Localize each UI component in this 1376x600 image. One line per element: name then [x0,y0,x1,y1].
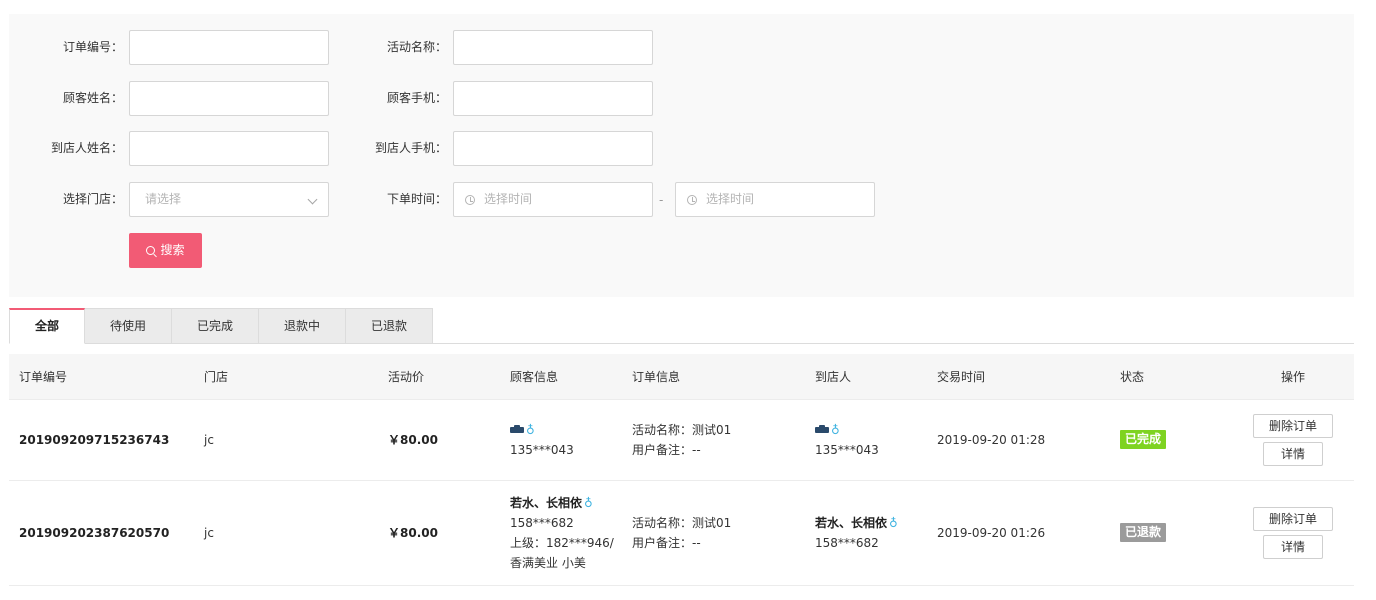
activity-name: 活动名称：测试01 [632,423,732,437]
store-select-placeholder: 请选择 [145,192,182,206]
start-time-picker[interactable]: 选择时间 [453,182,653,217]
order-no-input[interactable] [129,30,329,65]
customer-info: ♁ 135***043 [510,420,574,460]
time-range-separator: - [659,193,664,207]
visitor-phone-label: 到店人手机： [374,141,447,155]
store-name: jc [204,526,214,540]
clock-icon [687,195,697,205]
clock-icon [465,195,475,205]
trade-time: 2019-09-20 01:26 [937,526,1046,540]
avatar-icon [815,425,829,433]
activity-name: 活动名称：测试01 [632,516,732,530]
table-row: 201909202387620570 jc ￥80.00 若水、长相依 ♁ 158… [9,481,1354,586]
visitor-info: ♁ 135***043 [815,420,879,460]
column-header-order-info: 订单信息 [632,370,681,384]
column-header-order-no: 订单编号 [19,370,68,384]
column-header-status: 状态 [1120,370,1145,384]
search-button-label: 搜索 [160,243,185,257]
order-no-label: 订单编号： [62,40,123,54]
order-status-tabs: 全部 待使用 已完成 退款中 已退款 [9,308,433,344]
user-remark: 用户备注：-- [632,443,701,457]
detail-button[interactable]: 详情 [1263,535,1323,559]
visitor-name: 若水、长相依 [815,516,888,530]
order-info: 活动名称：测试01 用户备注：-- [632,513,731,553]
activity-price: ￥80.00 [388,433,438,447]
end-time-placeholder: 选择时间 [706,192,755,206]
tab-refunding[interactable]: 退款中 [259,308,346,344]
visitor-phone: 135***043 [815,443,879,457]
tab-all[interactable]: 全部 [9,308,85,344]
customer-name-input[interactable] [129,81,329,116]
order-time-label: 下单时间： [386,192,447,206]
column-header-visitor: 到店人 [815,370,852,384]
status-badge: 已完成 [1120,430,1167,449]
delete-order-button[interactable]: 删除订单 [1253,414,1333,438]
store-name: jc [204,433,214,447]
search-icon [146,246,156,255]
customer-phone: 158***682 [510,516,574,530]
end-time-picker[interactable]: 选择时间 [675,182,875,217]
avatar-icon [510,425,524,433]
activity-name-input[interactable] [453,30,653,65]
search-button[interactable]: 搜索 [129,233,202,268]
visitor-name-label: 到店人姓名： [50,141,123,155]
customer-phone-label: 顾客手机： [386,91,447,105]
customer-parent: 上级：182***946/ [510,536,614,550]
activity-name-label: 活动名称： [386,40,447,54]
visitor-phone: 158***682 [815,536,879,550]
tab-refunded[interactable]: 已退款 [346,308,433,344]
customer-phone-input[interactable] [453,81,653,116]
order-no: 201909202387620570 [19,526,170,540]
tab-completed[interactable]: 已完成 [172,308,259,344]
start-time-placeholder: 选择时间 [484,192,533,206]
activity-price: ￥80.00 [388,526,438,540]
chevron-down-icon [307,194,318,205]
table-header: 订单编号 门店 活动价 顾客信息 订单信息 到店人 交易时间 状态 操作 [9,354,1354,400]
gender-icon: ♁ [889,516,898,530]
column-header-store: 门店 [204,370,229,384]
status-badge: 已退款 [1120,523,1167,542]
user-remark: 用户备注：-- [632,536,701,550]
order-info: 活动名称：测试01 用户备注：-- [632,420,731,460]
column-header-actions: 操作 [1281,370,1306,384]
customer-info: 若水、长相依 ♁ 158***682 上级：182***946/ 香满美业 小美 [510,493,614,573]
customer-phone: 135***043 [510,443,574,457]
column-header-price: 活动价 [388,370,425,384]
customer-name: 若水、长相依 [510,496,583,510]
column-header-customer: 顾客信息 [510,370,559,384]
order-no: 201909209715236743 [19,433,170,447]
customer-name-label: 顾客姓名： [62,91,123,105]
gender-icon: ♁ [831,423,840,437]
trade-time: 2019-09-20 01:28 [937,433,1046,447]
visitor-name-input[interactable] [129,131,329,166]
detail-button[interactable]: 详情 [1263,442,1323,466]
column-header-trade-time: 交易时间 [937,370,986,384]
tab-pending[interactable]: 待使用 [85,308,172,344]
gender-icon: ♁ [526,423,535,437]
visitor-info: 若水、长相依 ♁ 158***682 [815,513,898,553]
visitor-phone-input[interactable] [453,131,653,166]
customer-parent-store: 香满美业 小美 [510,556,586,570]
gender-icon: ♁ [584,496,593,510]
delete-order-button[interactable]: 删除订单 [1253,507,1333,531]
table-row: 201909209715236743 jc ￥80.00 ♁ 135***043… [9,400,1354,481]
store-label: 选择门店： [62,192,123,206]
store-select[interactable]: 请选择 [129,182,329,217]
